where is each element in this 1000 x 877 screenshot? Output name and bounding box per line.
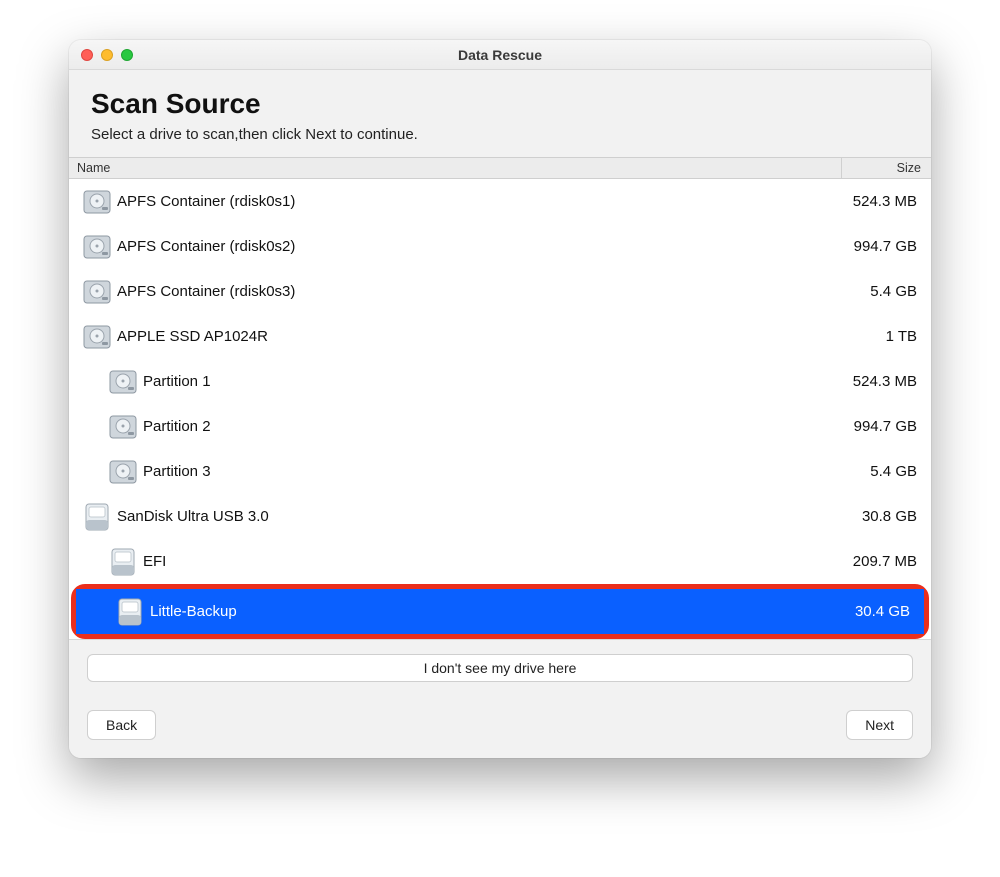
- back-button[interactable]: Back: [87, 710, 156, 740]
- external-drive-icon: [77, 502, 117, 532]
- app-window: Data Rescue Scan Source Select a drive t…: [69, 40, 931, 758]
- next-button[interactable]: Next: [846, 710, 913, 740]
- drive-size: 5.4 GB: [827, 463, 917, 480]
- table-header: Name Size: [69, 157, 931, 179]
- internal-drive-icon: [103, 457, 143, 487]
- titlebar: Data Rescue: [69, 40, 931, 70]
- drive-row[interactable]: Partition 1524.3 MB: [69, 359, 931, 404]
- drive-row[interactable]: APPLE SSD AP1024R1 TB: [69, 314, 931, 359]
- drive-label: SanDisk Ultra USB 3.0: [117, 508, 827, 525]
- drive-label: Partition 2: [143, 418, 827, 435]
- drive-row[interactable]: Little-Backup30.4 GB: [76, 589, 924, 634]
- column-header-size[interactable]: Size: [841, 158, 931, 178]
- external-drive-icon: [110, 597, 150, 627]
- minimize-window-button[interactable]: [101, 49, 113, 61]
- drive-not-found-button[interactable]: I don't see my drive here: [87, 654, 913, 682]
- close-window-button[interactable]: [81, 49, 93, 61]
- drive-size: 1 TB: [827, 328, 917, 345]
- internal-drive-icon: [103, 367, 143, 397]
- drive-list: APFS Container (rdisk0s1)524.3 MBAPFS Co…: [69, 179, 931, 639]
- page-subtitle: Select a drive to scan,then click Next t…: [91, 126, 909, 143]
- drive-label: Partition 1: [143, 373, 827, 390]
- internal-drive-icon: [77, 322, 117, 352]
- window-controls: [69, 49, 133, 61]
- drive-label: APFS Container (rdisk0s2): [117, 238, 827, 255]
- selection-highlight: Little-Backup30.4 GB: [71, 584, 929, 639]
- drive-row[interactable]: Partition 35.4 GB: [69, 449, 931, 494]
- drive-label: EFI: [143, 553, 827, 570]
- drive-row[interactable]: Partition 2994.7 GB: [69, 404, 931, 449]
- internal-drive-icon: [103, 412, 143, 442]
- drive-label: Little-Backup: [150, 603, 820, 620]
- internal-drive-icon: [77, 232, 117, 262]
- drive-row[interactable]: APFS Container (rdisk0s3)5.4 GB: [69, 269, 931, 314]
- drive-size: 524.3 MB: [827, 193, 917, 210]
- page-title: Scan Source: [91, 88, 909, 120]
- drive-row[interactable]: EFI209.7 MB: [69, 539, 931, 584]
- drive-label: APPLE SSD AP1024R: [117, 328, 827, 345]
- external-drive-icon: [103, 547, 143, 577]
- drive-size: 994.7 GB: [827, 238, 917, 255]
- drive-label: APFS Container (rdisk0s1): [117, 193, 827, 210]
- drive-label: Partition 3: [143, 463, 827, 480]
- drive-size: 209.7 MB: [827, 553, 917, 570]
- footer: I don't see my drive here Back Next: [69, 639, 931, 758]
- drive-row[interactable]: APFS Container (rdisk0s2)994.7 GB: [69, 224, 931, 269]
- drive-size: 30.8 GB: [827, 508, 917, 525]
- drive-size: 994.7 GB: [827, 418, 917, 435]
- window-title: Data Rescue: [69, 47, 931, 63]
- column-header-name[interactable]: Name: [69, 161, 841, 175]
- drive-size: 524.3 MB: [827, 373, 917, 390]
- drive-size: 30.4 GB: [820, 603, 910, 620]
- page-header: Scan Source Select a drive to scan,then …: [69, 70, 931, 157]
- drive-row[interactable]: SanDisk Ultra USB 3.030.8 GB: [69, 494, 931, 539]
- internal-drive-icon: [77, 277, 117, 307]
- drive-size: 5.4 GB: [827, 283, 917, 300]
- internal-drive-icon: [77, 187, 117, 217]
- nav-row: Back Next: [87, 710, 913, 740]
- drive-row[interactable]: APFS Container (rdisk0s1)524.3 MB: [69, 179, 931, 224]
- drive-label: APFS Container (rdisk0s3): [117, 283, 827, 300]
- zoom-window-button[interactable]: [121, 49, 133, 61]
